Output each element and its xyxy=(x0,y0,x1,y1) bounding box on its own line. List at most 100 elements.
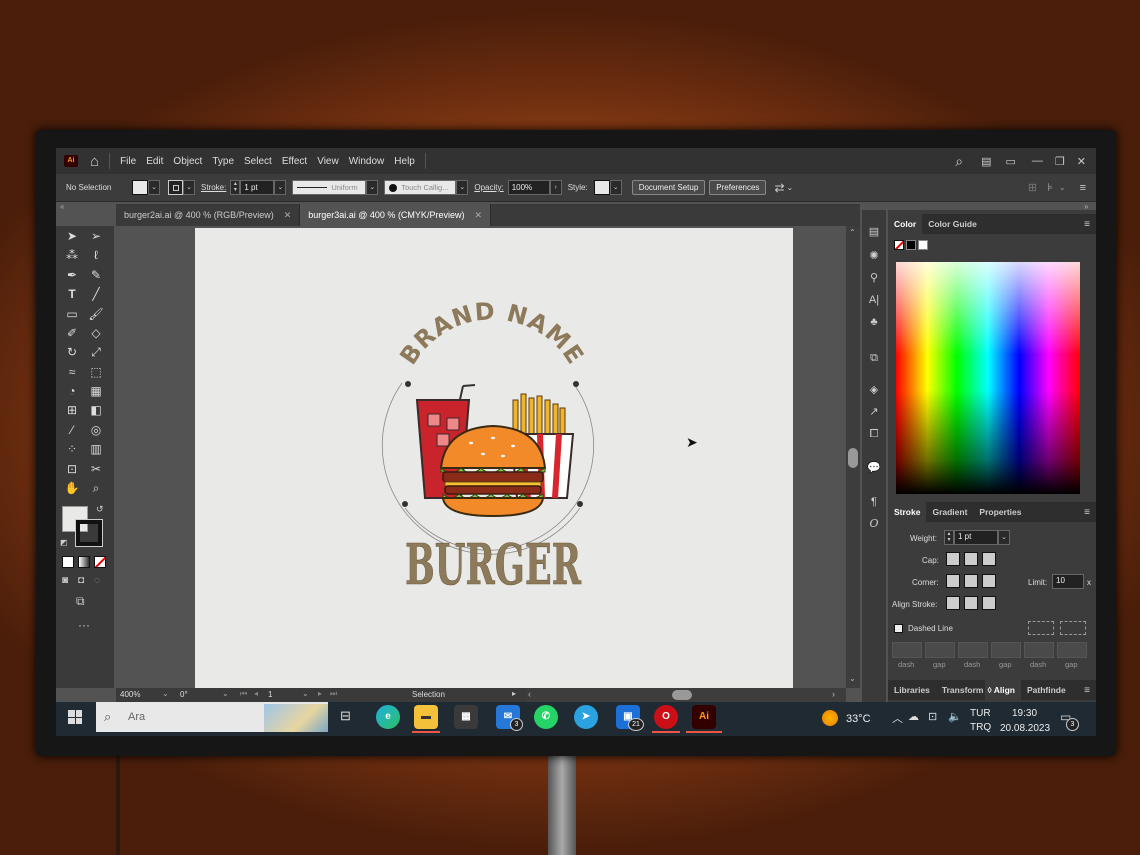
menu-window[interactable]: Window xyxy=(349,156,385,167)
search-icon[interactable]: ⌕ xyxy=(955,153,963,170)
chevron-down-icon[interactable]: ⌄ xyxy=(302,689,309,698)
eraser-tool-icon[interactable]: ◇ xyxy=(86,325,106,342)
tab-libraries[interactable]: Libraries xyxy=(888,680,936,700)
clock-date[interactable]: 20.08.2023 xyxy=(1000,723,1050,734)
shape-builder-tool-icon[interactable]: ◔ xyxy=(62,383,82,400)
symbol-sprayer-tool-icon[interactable]: ⁘ xyxy=(62,441,82,458)
variable-width-profile[interactable]: Uniform xyxy=(292,180,367,195)
export-icon[interactable]: ↗ xyxy=(866,404,882,420)
stroke-stepper[interactable]: ▴ ▾ xyxy=(230,180,241,195)
tab-gradient[interactable]: Gradient xyxy=(926,502,973,522)
scroll-thumb[interactable] xyxy=(672,690,692,700)
properties-icon[interactable]: ▤ xyxy=(866,224,882,240)
rectangle-tool-icon[interactable]: ▭ xyxy=(62,306,82,323)
black-swatch[interactable] xyxy=(906,240,916,250)
last-artboard-icon[interactable]: ⏭ xyxy=(330,689,337,699)
scroll-up-icon[interactable]: ⌃ xyxy=(849,228,856,237)
telegram-icon[interactable]: ➤ xyxy=(574,705,598,729)
layers-icon[interactable]: ◈ xyxy=(866,382,882,398)
dash-2-input[interactable] xyxy=(958,642,988,658)
previous-artboard-icon[interactable]: ◂ xyxy=(254,689,258,698)
sun-icon[interactable]: ✺ xyxy=(866,248,882,264)
language-top[interactable]: TUR xyxy=(970,708,991,719)
preserve-dashes-button[interactable] xyxy=(1028,621,1054,635)
menu-type[interactable]: Type xyxy=(212,156,234,167)
zoom-level[interactable]: 400% xyxy=(120,690,140,699)
limit-input[interactable]: 10 xyxy=(1052,574,1084,589)
scroll-thumb[interactable] xyxy=(848,448,858,468)
gap-1-input[interactable] xyxy=(925,642,955,658)
profile-dropdown[interactable]: ⌄ xyxy=(366,180,379,195)
taskbar-search-box[interactable]: ⌕ Ara xyxy=(96,702,328,732)
show-hidden-icons[interactable]: ︿ xyxy=(892,710,903,726)
direct-selection-tool-icon[interactable]: ➢ xyxy=(86,228,106,245)
weight-input[interactable]: 1 pt xyxy=(954,530,998,545)
mesh-tool-icon[interactable]: ⊞ xyxy=(62,402,82,419)
stroke-swatch[interactable] xyxy=(168,180,183,195)
vertical-scrollbar[interactable]: ⌃ ⌄ xyxy=(846,226,860,688)
panel-menu-icon[interactable]: ≡ xyxy=(1084,219,1090,230)
align-icon[interactable]: ⊞ xyxy=(1028,181,1037,194)
puppet-icon[interactable]: ⚲ xyxy=(866,270,882,286)
artboard-tool-icon[interactable]: ⊡ xyxy=(62,461,82,478)
menu-select[interactable]: Select xyxy=(244,156,272,167)
tab-align[interactable]: ◊ Align xyxy=(985,680,1021,700)
weight-dropdown[interactable]: ⌄ xyxy=(998,530,1010,545)
close-tab-icon[interactable]: ✕ xyxy=(474,210,482,221)
menu-help[interactable]: Help xyxy=(394,156,415,167)
chevron-down-icon[interactable]: ⌄ xyxy=(1059,183,1066,192)
gradient-tool-icon[interactable]: ◧ xyxy=(86,402,106,419)
warp-tool-icon[interactable]: ≈ xyxy=(62,364,82,381)
brand-name-text[interactable]: BRAND NAME xyxy=(394,297,589,370)
gradient-mode-icon[interactable] xyxy=(78,556,90,568)
scroll-right-icon[interactable]: › xyxy=(832,689,835,699)
rotate-tool-icon[interactable]: ↻ xyxy=(62,344,82,361)
preferences-button[interactable]: Preferences xyxy=(709,180,767,195)
align-inside-button[interactable] xyxy=(964,596,978,610)
minimize-icon[interactable]: — xyxy=(1032,155,1043,167)
dash-1-input[interactable] xyxy=(892,642,922,658)
opacity-arrow[interactable]: › xyxy=(549,180,562,195)
tab-burger3[interactable]: burger3ai.ai @ 400 % (CMYK/Preview) ✕ xyxy=(300,204,491,226)
clock-time[interactable]: 19:30 xyxy=(1012,708,1037,719)
rotation-value[interactable]: 0° xyxy=(180,690,188,699)
dash-3-input[interactable] xyxy=(1024,642,1054,658)
tab-stroke[interactable]: Stroke xyxy=(888,502,927,522)
close-icon[interactable]: ✕ xyxy=(1077,155,1086,168)
character-icon[interactable]: A| xyxy=(866,292,882,308)
arrange-documents-icon[interactable]: ▤ xyxy=(981,155,991,168)
microsoft-store-icon[interactable]: ▦ xyxy=(454,705,478,729)
network-icon[interactable]: ⊡ xyxy=(928,710,937,723)
artboard-number[interactable]: 1 xyxy=(268,690,272,699)
opentype-icon[interactable]: O xyxy=(866,516,882,532)
fill-swatch[interactable] xyxy=(132,180,148,195)
bevel-join-button[interactable] xyxy=(982,574,996,588)
menu-file[interactable]: File xyxy=(120,156,136,167)
align-dashes-button[interactable] xyxy=(1060,621,1086,635)
menu-edit[interactable]: Edit xyxy=(146,156,163,167)
stroke-weight-input[interactable]: 1 pt xyxy=(240,180,275,195)
asset-export-icon[interactable]: ⧉ xyxy=(866,350,882,366)
artboards-icon[interactable]: ⧠ xyxy=(866,426,882,442)
draw-inside-icon[interactable]: ◌ xyxy=(94,575,100,586)
cloud-icon[interactable]: ☁ xyxy=(908,710,919,723)
gap-2-input[interactable] xyxy=(991,642,1021,658)
collapse-toolbar-icon[interactable]: « xyxy=(60,202,64,211)
hand-tool-icon[interactable]: ✋ xyxy=(62,480,82,497)
color-spectrum[interactable] xyxy=(896,262,1080,494)
edit-toolbar-icon[interactable]: ··· xyxy=(78,618,90,632)
first-artboard-icon[interactable]: ⏮ xyxy=(240,689,247,699)
transform-icon[interactable]: ⊧ xyxy=(1047,181,1053,194)
magic-wand-tool-icon[interactable]: ⁂ xyxy=(62,247,82,264)
language-bottom[interactable]: TRQ xyxy=(970,722,991,733)
swap-colors-icon[interactable]: ↺ xyxy=(96,504,104,515)
tab-color-guide[interactable]: Color Guide xyxy=(922,214,983,234)
artboard[interactable]: BRAND NAME BURGER xyxy=(195,228,793,688)
windows-start-icon[interactable] xyxy=(68,710,82,724)
lasso-tool-icon[interactable]: ℓ xyxy=(86,247,106,264)
slice-tool-icon[interactable]: ✂ xyxy=(86,461,106,478)
stroke-weight-dropdown[interactable]: ⌄ xyxy=(274,180,287,195)
symbols-icon[interactable]: ♣ xyxy=(866,314,882,330)
restore-icon[interactable]: ❐ xyxy=(1055,155,1065,168)
draw-behind-icon[interactable]: ◘ xyxy=(78,575,84,586)
